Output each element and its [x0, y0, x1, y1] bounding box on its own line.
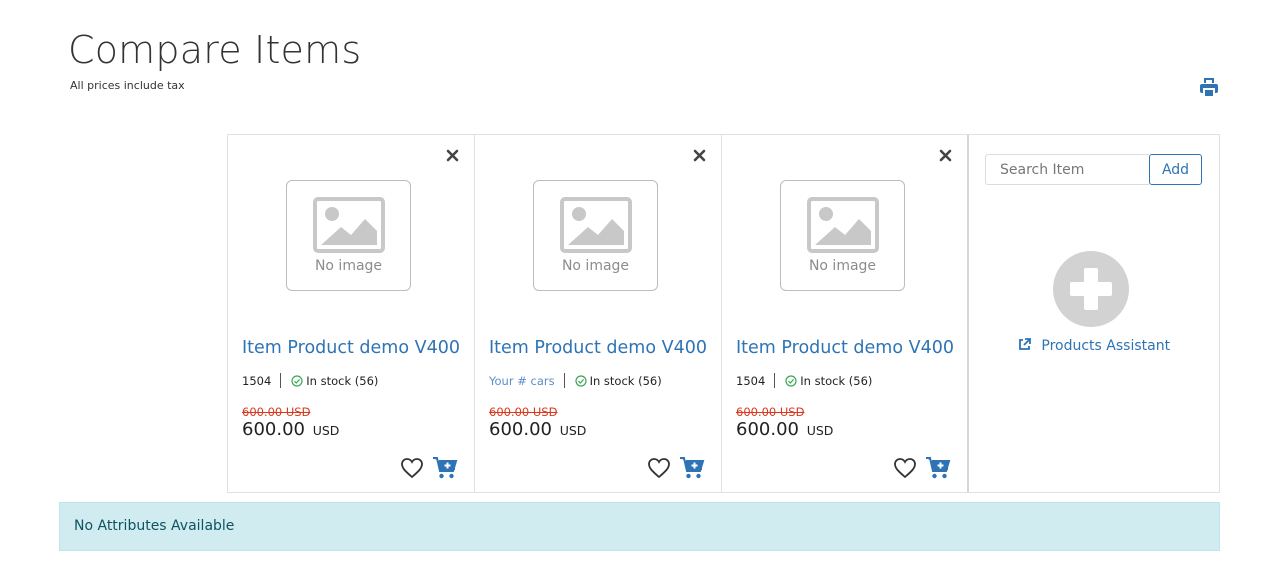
add-to-cart-button[interactable] [432, 456, 458, 484]
close-icon [693, 149, 706, 162]
search-item-input[interactable] [985, 154, 1149, 185]
check-circle-icon [291, 374, 303, 387]
price: 600.00 USD [736, 419, 833, 440]
card-actions [647, 456, 705, 484]
stock-status: In stock (56) [306, 373, 379, 388]
price: 600.00 USD [242, 419, 339, 440]
remove-item-button[interactable] [693, 147, 707, 162]
customer-code-link[interactable]: Your # cars [489, 374, 555, 388]
cart-plus-icon [926, 457, 951, 479]
remove-item-button[interactable] [939, 147, 953, 162]
external-link-icon [1019, 338, 1031, 350]
meta-separator [563, 373, 565, 388]
products-assistant-label: Products Assistant [1041, 338, 1171, 354]
price-value: 600.00 [489, 419, 552, 440]
wishlist-button[interactable] [893, 457, 917, 483]
close-icon [446, 149, 459, 162]
no-image-label: No image [808, 258, 877, 274]
card-actions [893, 456, 951, 484]
cart-plus-icon [680, 457, 705, 479]
product-name-link[interactable]: Item Product demo V400 [242, 338, 460, 358]
print-button[interactable] [1198, 76, 1222, 100]
heart-icon [648, 458, 670, 479]
product-image[interactable]: No image [286, 180, 411, 291]
product-code: 1504 [242, 373, 272, 388]
check-circle-icon [785, 374, 797, 387]
compare-grid: No image Item Product demo V400 1504 In … [227, 134, 1220, 493]
card-actions [400, 456, 458, 484]
price-value: 600.00 [736, 419, 799, 440]
product-code: 1504 [736, 373, 766, 388]
stock-status: In stock (56) [589, 373, 662, 388]
product-card: No image Item Product demo V400 1504 In … [722, 135, 969, 492]
add-button[interactable]: Add [1149, 154, 1202, 185]
no-attributes-alert: No Attributes Available [59, 502, 1220, 551]
search-group: Add [985, 154, 1202, 185]
image-placeholder-icon [807, 197, 879, 253]
add-item-panel: Add Products Assistant [969, 135, 1219, 492]
meta-separator [280, 373, 282, 388]
close-icon [939, 149, 952, 162]
price-currency: USD [559, 423, 587, 438]
product-meta: Your # cars In stock (56) [489, 373, 662, 388]
heart-icon [401, 458, 423, 479]
printer-icon [1200, 78, 1218, 98]
image-placeholder-icon [313, 197, 385, 253]
check-circle-icon [574, 374, 587, 387]
page-title: Compare Items [68, 28, 362, 72]
product-card: No image Item Product demo V400 1504 In … [228, 135, 475, 492]
stock-status: In stock (56) [800, 373, 873, 388]
price-value: 600.00 [242, 419, 305, 440]
product-card: No image Item Product demo V400 Your # c… [475, 135, 722, 492]
old-price: 600.00 USD [736, 405, 805, 419]
remove-item-button[interactable] [446, 147, 460, 162]
product-image[interactable]: No image [780, 180, 905, 291]
products-assistant-link[interactable]: Products Assistant [969, 338, 1219, 354]
meta-separator [774, 373, 776, 388]
old-price: 600.00 USD [489, 405, 558, 419]
add-to-cart-button[interactable] [679, 456, 705, 484]
old-price: 600.00 USD [242, 405, 311, 419]
alert-text: No Attributes Available [74, 518, 235, 534]
product-name-link[interactable]: Item Product demo V400 [736, 338, 954, 358]
no-image-label: No image [314, 258, 383, 274]
price-currency: USD [312, 423, 340, 438]
product-meta: 1504 In stock (56) [242, 373, 378, 388]
wishlist-button[interactable] [647, 457, 671, 483]
price-currency: USD [806, 423, 834, 438]
add-product-plus-button[interactable] [1053, 251, 1129, 327]
product-image[interactable]: No image [533, 180, 658, 291]
heart-icon [894, 458, 916, 479]
add-to-cart-button[interactable] [925, 456, 951, 484]
cart-plus-icon [433, 457, 458, 479]
product-meta: 1504 In stock (56) [736, 373, 872, 388]
tax-note: All prices include tax [70, 79, 185, 92]
wishlist-button[interactable] [400, 457, 424, 483]
no-image-label: No image [561, 258, 630, 274]
price: 600.00 USD [489, 419, 586, 440]
product-name-link[interactable]: Item Product demo V400 [489, 338, 707, 358]
image-placeholder-icon [560, 197, 632, 253]
